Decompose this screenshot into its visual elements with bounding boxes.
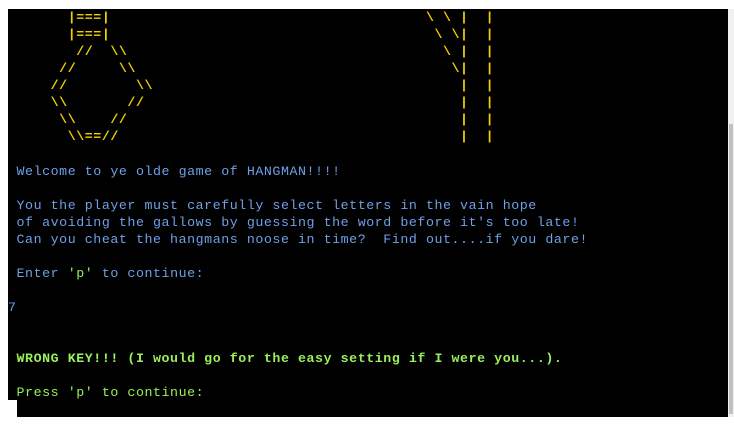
welcome-message: Welcome to ye olde game of HANGMAN!!!! bbox=[8, 164, 341, 179]
page-margin bbox=[0, 400, 17, 428]
ascii-art-line: // \\ \| | bbox=[8, 61, 495, 76]
intro-text-line: of avoiding the gallows by guessing the … bbox=[8, 215, 580, 230]
terminal-window[interactable]: |===| \ \ | | |===| \ \| | // \\ \ | | /… bbox=[8, 9, 728, 417]
user-input-echo: 7 bbox=[8, 300, 17, 315]
press-continue-prompt: Press 'p' to continue: bbox=[8, 385, 205, 400]
ascii-art-line: |===| \ \ | | bbox=[8, 10, 495, 25]
ascii-art-line: |===| \ \| | bbox=[8, 27, 495, 42]
ascii-art-line: \\==// | | bbox=[8, 129, 495, 144]
scrollbar-thumb[interactable] bbox=[729, 124, 733, 414]
prompt-suffix: to continue: bbox=[93, 266, 205, 281]
intro-text-line: Can you cheat the hangmans noose in time… bbox=[8, 232, 589, 247]
continue-prompt: Enter 'p' to continue: bbox=[8, 265, 204, 282]
ascii-art-line: \\ // | | bbox=[8, 95, 495, 110]
ascii-art-line: \\ // | | bbox=[8, 112, 495, 127]
ascii-art-line: // \\ | | bbox=[8, 78, 495, 93]
prompt-key: 'p' bbox=[67, 266, 94, 281]
vertical-scrollbar[interactable] bbox=[728, 9, 734, 417]
error-message: WRONG KEY!!! (I would go for the easy se… bbox=[8, 351, 563, 366]
intro-text-line: You the player must carefully select let… bbox=[8, 198, 537, 213]
ascii-art-line: // \\ \ | | bbox=[8, 44, 495, 59]
prompt-prefix: Enter bbox=[8, 266, 68, 281]
